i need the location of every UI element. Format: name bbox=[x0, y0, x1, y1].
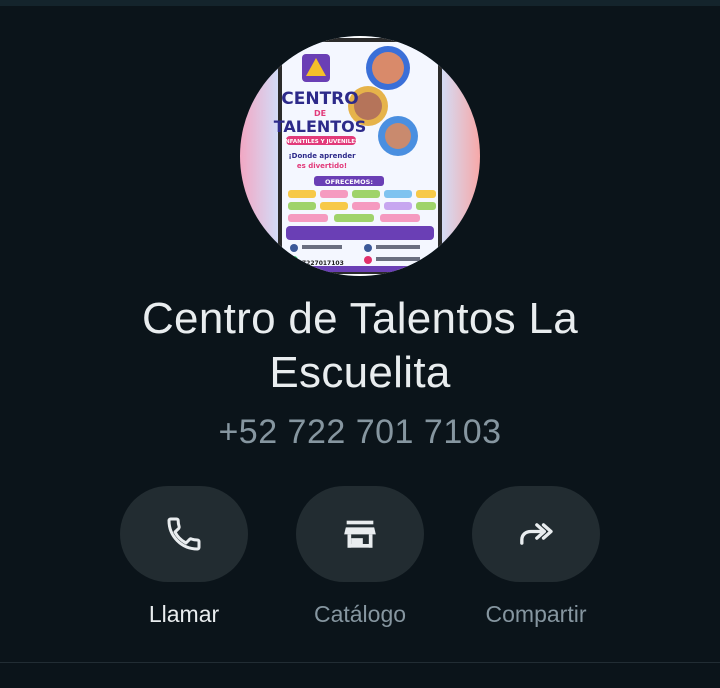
contact-phone[interactable]: +52 722 701 7103 bbox=[0, 410, 720, 454]
divider bbox=[0, 662, 720, 663]
contact-name-line-2: Escuelita bbox=[269, 348, 451, 397]
share-button-label: Compartir bbox=[485, 601, 587, 627]
poster-title-1: CENTRO bbox=[281, 89, 358, 109]
top-edge bbox=[0, 0, 720, 6]
profile-photo[interactable]: CENTRO DE TALENTOS INFANTILES Y JUVENILE… bbox=[240, 36, 480, 276]
action-bar: Llamar Catálogo Compartir bbox=[0, 486, 720, 636]
share-button[interactable]: Compartir bbox=[456, 486, 616, 628]
catalog-button[interactable]: Catálogo bbox=[280, 486, 440, 628]
call-button[interactable]: Llamar bbox=[104, 486, 264, 628]
call-button-pill[interactable] bbox=[120, 486, 248, 582]
poster-phone: 7227017103 bbox=[302, 260, 344, 267]
poster-title-3: TALENTOS bbox=[274, 117, 367, 136]
share-forward-icon bbox=[520, 523, 553, 545]
poster-image: CENTRO DE TALENTOS INFANTILES Y JUVENILE… bbox=[274, 38, 442, 274]
contact-name-line-1: Centro de Talentos La bbox=[141, 294, 578, 343]
poster-offer: OFRECEMOS: bbox=[325, 178, 373, 186]
catalog-button-label: Catálogo bbox=[313, 601, 407, 627]
phone-icon bbox=[167, 517, 201, 551]
storefront-icon bbox=[344, 520, 376, 548]
contact-name: Centro de Talentos La Escuelita bbox=[0, 292, 720, 400]
call-button-label: Llamar bbox=[148, 601, 220, 627]
share-button-pill[interactable] bbox=[472, 486, 600, 582]
catalog-button-pill[interactable] bbox=[296, 486, 424, 582]
poster-tagline-2: es divertido! bbox=[297, 162, 347, 170]
poster-tagline-1: ¡Donde aprender bbox=[288, 152, 356, 160]
poster-subtitle: INFANTILES Y JUVENILES bbox=[283, 139, 359, 145]
